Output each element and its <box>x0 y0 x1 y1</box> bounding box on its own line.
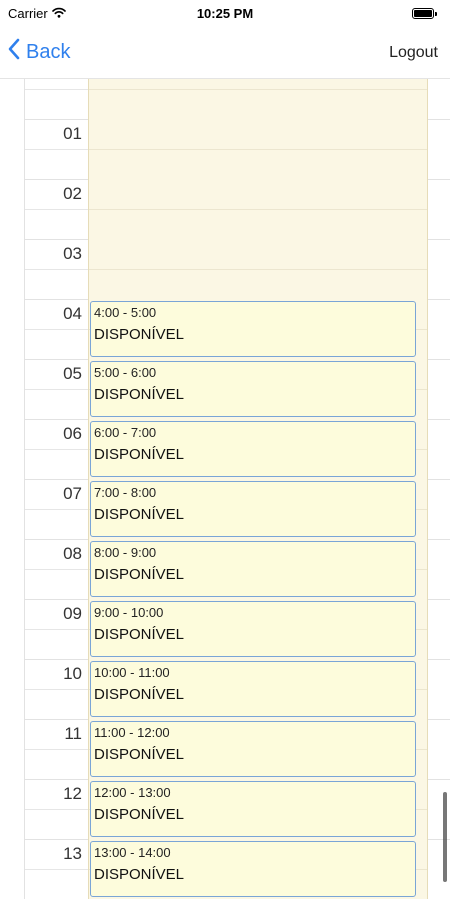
hour-row: 07 7:00 - 8:00 DISPONÍVEL <box>0 479 450 539</box>
hour-row: 06 6:00 - 7:00 DISPONÍVEL <box>0 419 450 479</box>
logout-button[interactable]: Logout <box>389 44 438 62</box>
day-slot[interactable] <box>88 239 428 299</box>
event-time: 11:00 - 12:00 <box>94 725 170 740</box>
hour-row: 12 12:00 - 13:00 DISPONÍVEL <box>0 779 450 839</box>
day-calendar[interactable]: 00 01 02 03 04 4:00 - 5:00 DISPONÍVEL 05 5:00 - … <box>0 79 450 900</box>
hour-label-column: 09 <box>24 599 88 659</box>
event-block[interactable]: 13:00 - 14:00 DISPONÍVEL <box>90 841 416 897</box>
hour-label: 02 <box>63 184 82 203</box>
hour-label: 13 <box>63 844 82 863</box>
hour-row: 02 <box>0 179 450 239</box>
hour-label: 11 <box>64 724 82 743</box>
hour-label: 03 <box>63 244 82 263</box>
hour-row: 10 10:00 - 11:00 DISPONÍVEL <box>0 659 450 719</box>
hour-row: 09 9:00 - 10:00 DISPONÍVEL <box>0 599 450 659</box>
hour-label-column: 01 <box>24 119 88 179</box>
status-time: 10:25 PM <box>196 6 254 21</box>
hour-label-column: 06 <box>24 419 88 479</box>
hour-label-column: 10 <box>24 659 88 719</box>
hour-row: 00 <box>0 79 450 119</box>
calendar-timeline: 00 01 02 03 04 4:00 - 5:00 DISPONÍVEL 05 5:00 - … <box>0 79 450 899</box>
scroll-indicator[interactable] <box>443 792 447 882</box>
hour-label-column: 07 <box>24 479 88 539</box>
chevron-left-icon <box>8 38 20 66</box>
event-time: 5:00 - 6:00 <box>94 365 157 380</box>
event-block[interactable]: 5:00 - 6:00 DISPONÍVEL <box>90 361 416 417</box>
hour-label-column: 13 <box>24 839 88 899</box>
event-title: DISPONÍVEL <box>94 626 185 643</box>
hour-label-column: 00 <box>24 79 88 119</box>
event-block[interactable]: 10:00 - 11:00 DISPONÍVEL <box>90 661 416 717</box>
hour-row: 13 13:00 - 14:00 DISPONÍVEL <box>0 839 450 899</box>
back-button[interactable]: Back <box>8 38 70 66</box>
day-slot[interactable] <box>88 179 428 239</box>
event-time: 12:00 - 13:00 <box>94 785 171 800</box>
hour-label: 04 <box>63 304 82 323</box>
hour-label-column: 08 <box>24 539 88 599</box>
event-time: 9:00 - 10:00 <box>94 605 164 620</box>
hour-label-column: 02 <box>24 179 88 239</box>
event-block[interactable]: 9:00 - 10:00 DISPONÍVEL <box>90 601 416 657</box>
event-title: DISPONÍVEL <box>94 686 185 703</box>
back-button-label: Back <box>26 40 71 63</box>
hour-label: 06 <box>63 424 82 443</box>
event-time: 13:00 - 14:00 <box>94 845 171 860</box>
event-title: DISPONÍVEL <box>94 866 185 883</box>
hour-row: 04 4:00 - 5:00 DISPONÍVEL <box>0 299 450 359</box>
event-block[interactable]: 7:00 - 8:00 DISPONÍVEL <box>90 481 416 537</box>
event-block[interactable]: 4:00 - 5:00 DISPONÍVEL <box>90 301 416 357</box>
hour-label: 00 <box>63 79 82 84</box>
day-slot[interactable] <box>88 119 428 179</box>
event-title: DISPONÍVEL <box>94 326 185 343</box>
event-title: DISPONÍVEL <box>94 746 185 763</box>
hour-row: 03 <box>0 239 450 299</box>
event-title: DISPONÍVEL <box>94 566 185 583</box>
event-block[interactable]: 8:00 - 9:00 DISPONÍVEL <box>90 541 416 597</box>
event-title: DISPONÍVEL <box>94 506 185 523</box>
hour-label: 12 <box>63 784 82 803</box>
hour-label: 09 <box>63 604 82 623</box>
event-block[interactable]: 6:00 - 7:00 DISPONÍVEL <box>90 421 416 477</box>
hour-label: 07 <box>63 484 82 503</box>
hour-label: 05 <box>63 364 82 383</box>
status-bar: Carrier 10:25 PM <box>0 0 450 28</box>
battery-icon <box>412 8 437 19</box>
hour-row: 05 5:00 - 6:00 DISPONÍVEL <box>0 359 450 419</box>
event-title: DISPONÍVEL <box>94 386 185 403</box>
event-block[interactable]: 12:00 - 13:00 DISPONÍVEL <box>90 781 416 837</box>
hour-label: 08 <box>63 544 82 563</box>
hour-label: 10 <box>63 664 82 683</box>
event-time: 4:00 - 5:00 <box>94 305 157 320</box>
event-title: DISPONÍVEL <box>94 806 185 823</box>
event-title: DISPONÍVEL <box>94 446 185 463</box>
hour-label-column: 04 <box>24 299 88 359</box>
hour-label-column: 05 <box>24 359 88 419</box>
hour-label-column: 11 <box>24 719 88 779</box>
event-time: 10:00 - 11:00 <box>94 665 170 680</box>
hour-row: 11 11:00 - 12:00 DISPONÍVEL <box>0 719 450 779</box>
hour-label-column: 12 <box>24 779 88 839</box>
event-time: 6:00 - 7:00 <box>94 425 157 440</box>
hour-label-column: 03 <box>24 239 88 299</box>
event-time: 7:00 - 8:00 <box>94 485 157 500</box>
event-block[interactable]: 11:00 - 12:00 DISPONÍVEL <box>90 721 416 777</box>
navigation-bar: Back Logout <box>0 28 450 79</box>
hour-row: 01 <box>0 119 450 179</box>
hour-row: 08 8:00 - 9:00 DISPONÍVEL <box>0 539 450 599</box>
day-slot[interactable] <box>88 79 428 119</box>
event-time: 8:00 - 9:00 <box>94 545 157 560</box>
hour-label: 01 <box>63 124 82 143</box>
